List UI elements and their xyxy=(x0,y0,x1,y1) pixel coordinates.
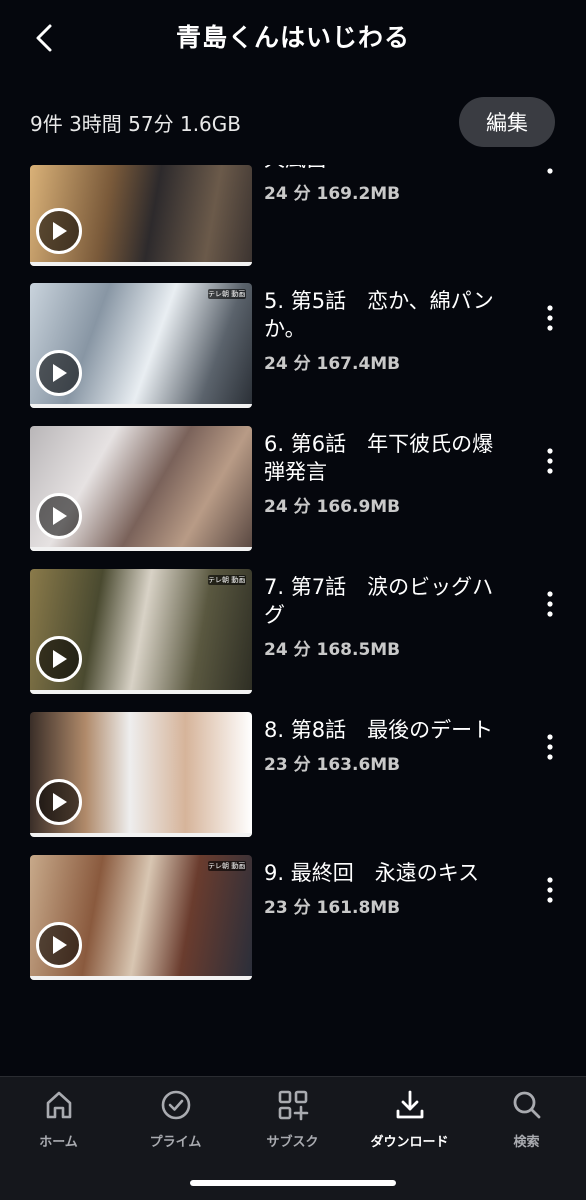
check-circle-icon xyxy=(161,1090,190,1120)
more-options-button[interactable] xyxy=(534,165,566,181)
header: 青島くんはいじわる xyxy=(0,0,586,72)
episode-meta: 24 分 166.9MB xyxy=(264,497,401,517)
episode-item[interactable]: テレ朝 動画 9. 最終回 永遠のキス 23 分 161.8MB xyxy=(0,855,586,980)
more-options-button[interactable] xyxy=(534,441,566,481)
play-icon xyxy=(53,222,67,240)
episode-thumbnail[interactable] xyxy=(30,712,252,837)
search-icon xyxy=(513,1091,540,1119)
more-options-button[interactable] xyxy=(534,584,566,624)
home-icon xyxy=(46,1091,71,1119)
channel-badge: テレ朝 動画 xyxy=(208,575,246,585)
episode-item[interactable]: 8. 第8話 最後のデート 23 分 163.6MB xyxy=(0,712,586,837)
tab-label: ホーム xyxy=(39,1135,78,1150)
more-options-button[interactable] xyxy=(534,870,566,910)
play-button[interactable] xyxy=(36,636,82,682)
more-options-button[interactable] xyxy=(534,727,566,767)
episode-meta: 24 分 169.2MB xyxy=(264,184,401,204)
episode-title: 7. 第7話 涙のビッグハグ xyxy=(264,575,494,627)
episode-title: 5. 第5話 恋か、綿パンか。 xyxy=(264,289,494,341)
edit-button[interactable]: 編集 xyxy=(459,97,555,147)
more-vertical-icon xyxy=(547,877,553,903)
episode-thumbnail[interactable]: テレ朝 動画 xyxy=(30,569,252,694)
grid-plus-icon xyxy=(278,1090,308,1121)
tab-prime[interactable]: プライム xyxy=(117,1087,234,1157)
play-button[interactable] xyxy=(36,350,82,396)
episode-item[interactable]: テレ朝 動画 5. 第5話 恋か、綿パンか。 24 分 167.4MB xyxy=(0,283,586,408)
channel-badge: テレ朝 動画 xyxy=(208,861,246,871)
episode-item[interactable]: 6. 第6話 年下彼氏の爆弾発言 24 分 166.9MB xyxy=(0,426,586,551)
episode-item[interactable]: 天風呂 24 分 169.2MB xyxy=(0,165,586,266)
play-icon xyxy=(53,650,67,668)
play-button[interactable] xyxy=(36,922,82,968)
episode-meta: 24 分 168.5MB xyxy=(264,640,401,660)
home-indicator[interactable] xyxy=(190,1180,396,1186)
episode-meta: 23 分 161.8MB xyxy=(264,898,401,918)
play-icon xyxy=(53,793,67,811)
episode-item[interactable]: テレ朝 動画 7. 第7話 涙のビッグハグ 24 分 168.5MB xyxy=(0,569,586,694)
tab-label: サブスク xyxy=(266,1135,319,1150)
tab-download[interactable]: ダウンロード xyxy=(351,1087,468,1157)
page-title: 青島くんはいじわる xyxy=(175,23,410,52)
episode-thumbnail[interactable]: テレ朝 動画 xyxy=(30,283,252,408)
episode-title: 9. 最終回 永遠のキス xyxy=(264,861,480,885)
play-button[interactable] xyxy=(36,493,82,539)
episode-thumbnail[interactable]: テレ朝 動画 xyxy=(30,855,252,980)
play-button[interactable] xyxy=(36,208,82,254)
play-button[interactable] xyxy=(36,779,82,825)
tab-home[interactable]: ホーム xyxy=(0,1087,117,1157)
more-vertical-icon xyxy=(547,591,553,617)
tab-label: 検索 xyxy=(513,1135,540,1150)
download-summary: 9件 3時間 57分 1.6GB xyxy=(30,111,241,136)
play-icon xyxy=(53,936,67,954)
more-vertical-icon xyxy=(547,448,553,474)
back-button[interactable] xyxy=(24,18,64,58)
more-options-button[interactable] xyxy=(534,298,566,338)
play-icon xyxy=(53,507,67,525)
tab-label: ダウンロード xyxy=(370,1135,449,1150)
play-icon xyxy=(53,364,67,382)
episode-thumbnail[interactable] xyxy=(30,426,252,551)
episode-title: 8. 第8話 最後のデート xyxy=(264,718,494,742)
episode-title: 天風呂 xyxy=(264,165,504,173)
chevron-left-icon xyxy=(36,24,52,52)
tab-label: プライム xyxy=(149,1135,202,1150)
more-vertical-icon xyxy=(547,734,553,760)
channel-badge: テレ朝 動画 xyxy=(208,289,246,299)
episode-list[interactable]: 天風呂 24 分 169.2MB テレ朝 動画 5. 第5話 恋か、綿パンか。 … xyxy=(0,165,586,1070)
episode-meta: 23 分 163.6MB xyxy=(264,755,401,775)
episode-meta: 24 分 167.4MB xyxy=(264,354,401,374)
more-vertical-icon xyxy=(547,305,553,331)
download-icon xyxy=(396,1090,423,1119)
tab-search[interactable]: 検索 xyxy=(468,1087,585,1157)
summary-row: 9件 3時間 57分 1.6GB 編集 xyxy=(0,92,586,152)
tab-subscription[interactable]: サブスク xyxy=(234,1087,351,1157)
episode-title: 6. 第6話 年下彼氏の爆弾発言 xyxy=(264,432,494,484)
more-vertical-icon xyxy=(547,168,553,174)
episode-thumbnail[interactable] xyxy=(30,165,252,266)
